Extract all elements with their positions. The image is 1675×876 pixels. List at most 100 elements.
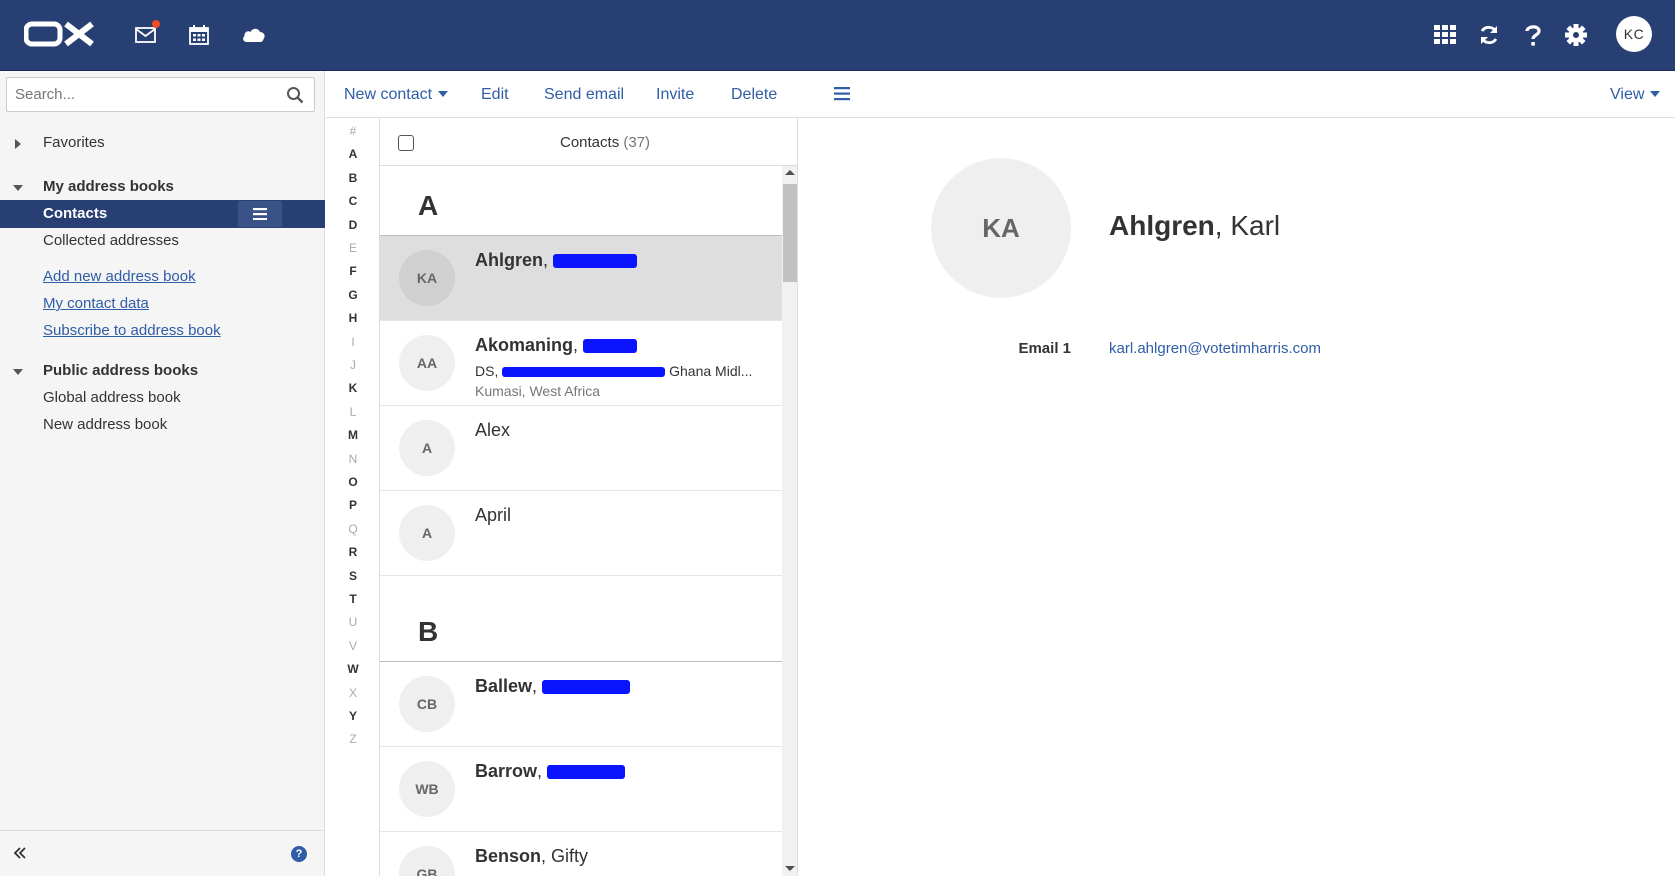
contact-last-name: Benson [475, 846, 542, 866]
contact-row[interactable]: WB Barrow, [380, 747, 782, 832]
select-all-checkbox[interactable] [398, 135, 414, 151]
calendar-icon[interactable] [184, 20, 214, 50]
alphabet-letter: U [348, 615, 358, 630]
tree-my-address-books[interactable]: My address books [0, 173, 325, 201]
contact-name: Ballew, [475, 676, 631, 697]
tree-item-global-address-book[interactable]: Global address book [0, 384, 325, 412]
help-icon[interactable]: ? [291, 846, 307, 862]
contact-last-name: Ballew [475, 676, 533, 696]
contact-row[interactable]: GB Benson, Gifty [380, 832, 782, 876]
alphabet-letter[interactable]: Y [326, 709, 380, 723]
alphabet-letter[interactable]: F [326, 264, 380, 278]
contact-row[interactable]: KA Ahlgren, [380, 236, 782, 321]
edit-button[interactable]: Edit [481, 86, 509, 104]
tree-label: My address books [43, 178, 174, 195]
alphabet-index: # A B C D E F G H I J K L M N O P Q R S T U V W X Y Z [326, 118, 380, 876]
tree-label: Contacts [43, 205, 108, 222]
contact-name: Akomaning, [475, 335, 638, 356]
alphabet-letter: Z [349, 732, 357, 747]
ox-logo[interactable] [24, 21, 96, 47]
alphabet-letter[interactable]: K [326, 381, 380, 395]
collapse-sidebar-icon[interactable] [12, 845, 28, 861]
tree-public-address-books[interactable]: Public address books [0, 357, 325, 385]
scroll-up-icon[interactable] [785, 170, 795, 175]
alphabet-letter[interactable]: D [326, 218, 380, 232]
alphabet-letter: E [348, 241, 357, 255]
contact-company-prefix: DS, [475, 363, 499, 379]
send-email-button[interactable]: Send email [544, 86, 624, 104]
invite-button[interactable]: Invite [656, 86, 694, 104]
alphabet-letter[interactable]: W [326, 662, 380, 676]
alphabet-letter: V [348, 638, 357, 653]
top-bar: KC [0, 0, 1675, 71]
tree-item-new-address-book[interactable]: New address book [0, 411, 325, 439]
email-label: Email 1 [1018, 340, 1071, 357]
alphabet-letter[interactable]: A [326, 147, 380, 161]
caret-down-icon [438, 90, 449, 97]
contact-row[interactable]: AA Akomaning, DS, Ghana Midl... Kumasi, … [380, 321, 782, 406]
alphabet-letter[interactable]: S [326, 569, 380, 583]
scrollbar-thumb[interactable] [783, 184, 797, 282]
apps-grid-icon[interactable] [1430, 20, 1460, 50]
search-box [6, 77, 315, 112]
tree-favorites[interactable]: Favorites [0, 129, 325, 157]
contact-name: Barrow, [475, 761, 626, 782]
delete-button[interactable]: Delete [731, 86, 777, 104]
folder-menu-button[interactable] [238, 201, 282, 227]
search-input[interactable] [7, 78, 277, 111]
alphabet-letter[interactable]: B [326, 171, 380, 185]
alphabet-letter[interactable]: T [326, 592, 380, 606]
help-icon[interactable] [1518, 20, 1548, 50]
redaction-mark [502, 367, 666, 378]
view-dropdown[interactable]: View [1610, 86, 1661, 104]
caret-right-icon[interactable] [12, 138, 24, 150]
search-icon[interactable] [286, 86, 304, 104]
cloud-drive-icon[interactable] [239, 20, 269, 50]
my-contact-data-link[interactable]: My contact data [43, 295, 149, 312]
alphabet-letter[interactable]: O [326, 475, 380, 489]
alphabet-letter[interactable]: R [326, 545, 380, 559]
contact-row[interactable]: A April [380, 491, 782, 576]
caret-down-icon[interactable] [12, 366, 24, 378]
alphabet-letter[interactable]: P [326, 498, 380, 512]
settings-icon[interactable] [1561, 20, 1591, 50]
scroll-down-icon[interactable] [785, 866, 795, 871]
alphabet-letter[interactable]: G [326, 288, 380, 302]
contact-avatar: CB [399, 676, 455, 732]
contact-first-name: Gifty [551, 846, 589, 866]
tree-item-collected-addresses[interactable]: Collected addresses [0, 227, 325, 255]
alphabet-letter[interactable]: H [326, 311, 380, 325]
caret-down-icon[interactable] [12, 182, 24, 194]
user-avatar[interactable]: KC [1616, 16, 1652, 52]
contact-company: DS, Ghana Midl... [475, 363, 752, 379]
alphabet-letter[interactable]: C [326, 194, 380, 208]
contact-full-name: Ahlgren, Karl [1109, 210, 1281, 241]
new-contact-button[interactable]: New contact [344, 86, 449, 104]
more-actions-icon[interactable] [834, 87, 850, 101]
new-contact-label: New contact [344, 86, 433, 103]
contact-count: (37) [623, 134, 651, 151]
tree-item-contacts[interactable]: Contacts [0, 200, 325, 228]
alphabet-letter: L [349, 404, 357, 419]
contact-row[interactable]: CB Ballew, [380, 662, 782, 747]
mail-icon[interactable] [131, 20, 161, 50]
tree-label: New address book [43, 416, 168, 433]
contact-row[interactable]: A Alex [380, 406, 782, 491]
alphabet-letter[interactable]: M [326, 428, 380, 442]
contact-last-name: Ahlgren [475, 250, 544, 270]
section-letter-b: B [418, 616, 439, 647]
tree-label: Global address book [43, 389, 181, 406]
folder-sidebar: Favorites My address books Contacts Coll… [0, 71, 325, 876]
refresh-icon[interactable] [1474, 20, 1504, 50]
tree-label: Favorites [43, 134, 105, 151]
contact-location: Kumasi, West Africa [475, 383, 601, 399]
add-new-address-book-link[interactable]: Add new address book [43, 268, 196, 285]
section-letter-a: A [418, 190, 439, 221]
view-label: View [1610, 86, 1645, 103]
caret-down-icon [1650, 90, 1661, 97]
email-link[interactable]: karl.ahlgren@votetimharris.com [1109, 340, 1321, 357]
alphabet-letter: # [349, 124, 357, 138]
contact-avatar: A [399, 420, 455, 476]
subscribe-address-book-link[interactable]: Subscribe to address book [43, 322, 221, 339]
redaction-mark [553, 254, 638, 269]
